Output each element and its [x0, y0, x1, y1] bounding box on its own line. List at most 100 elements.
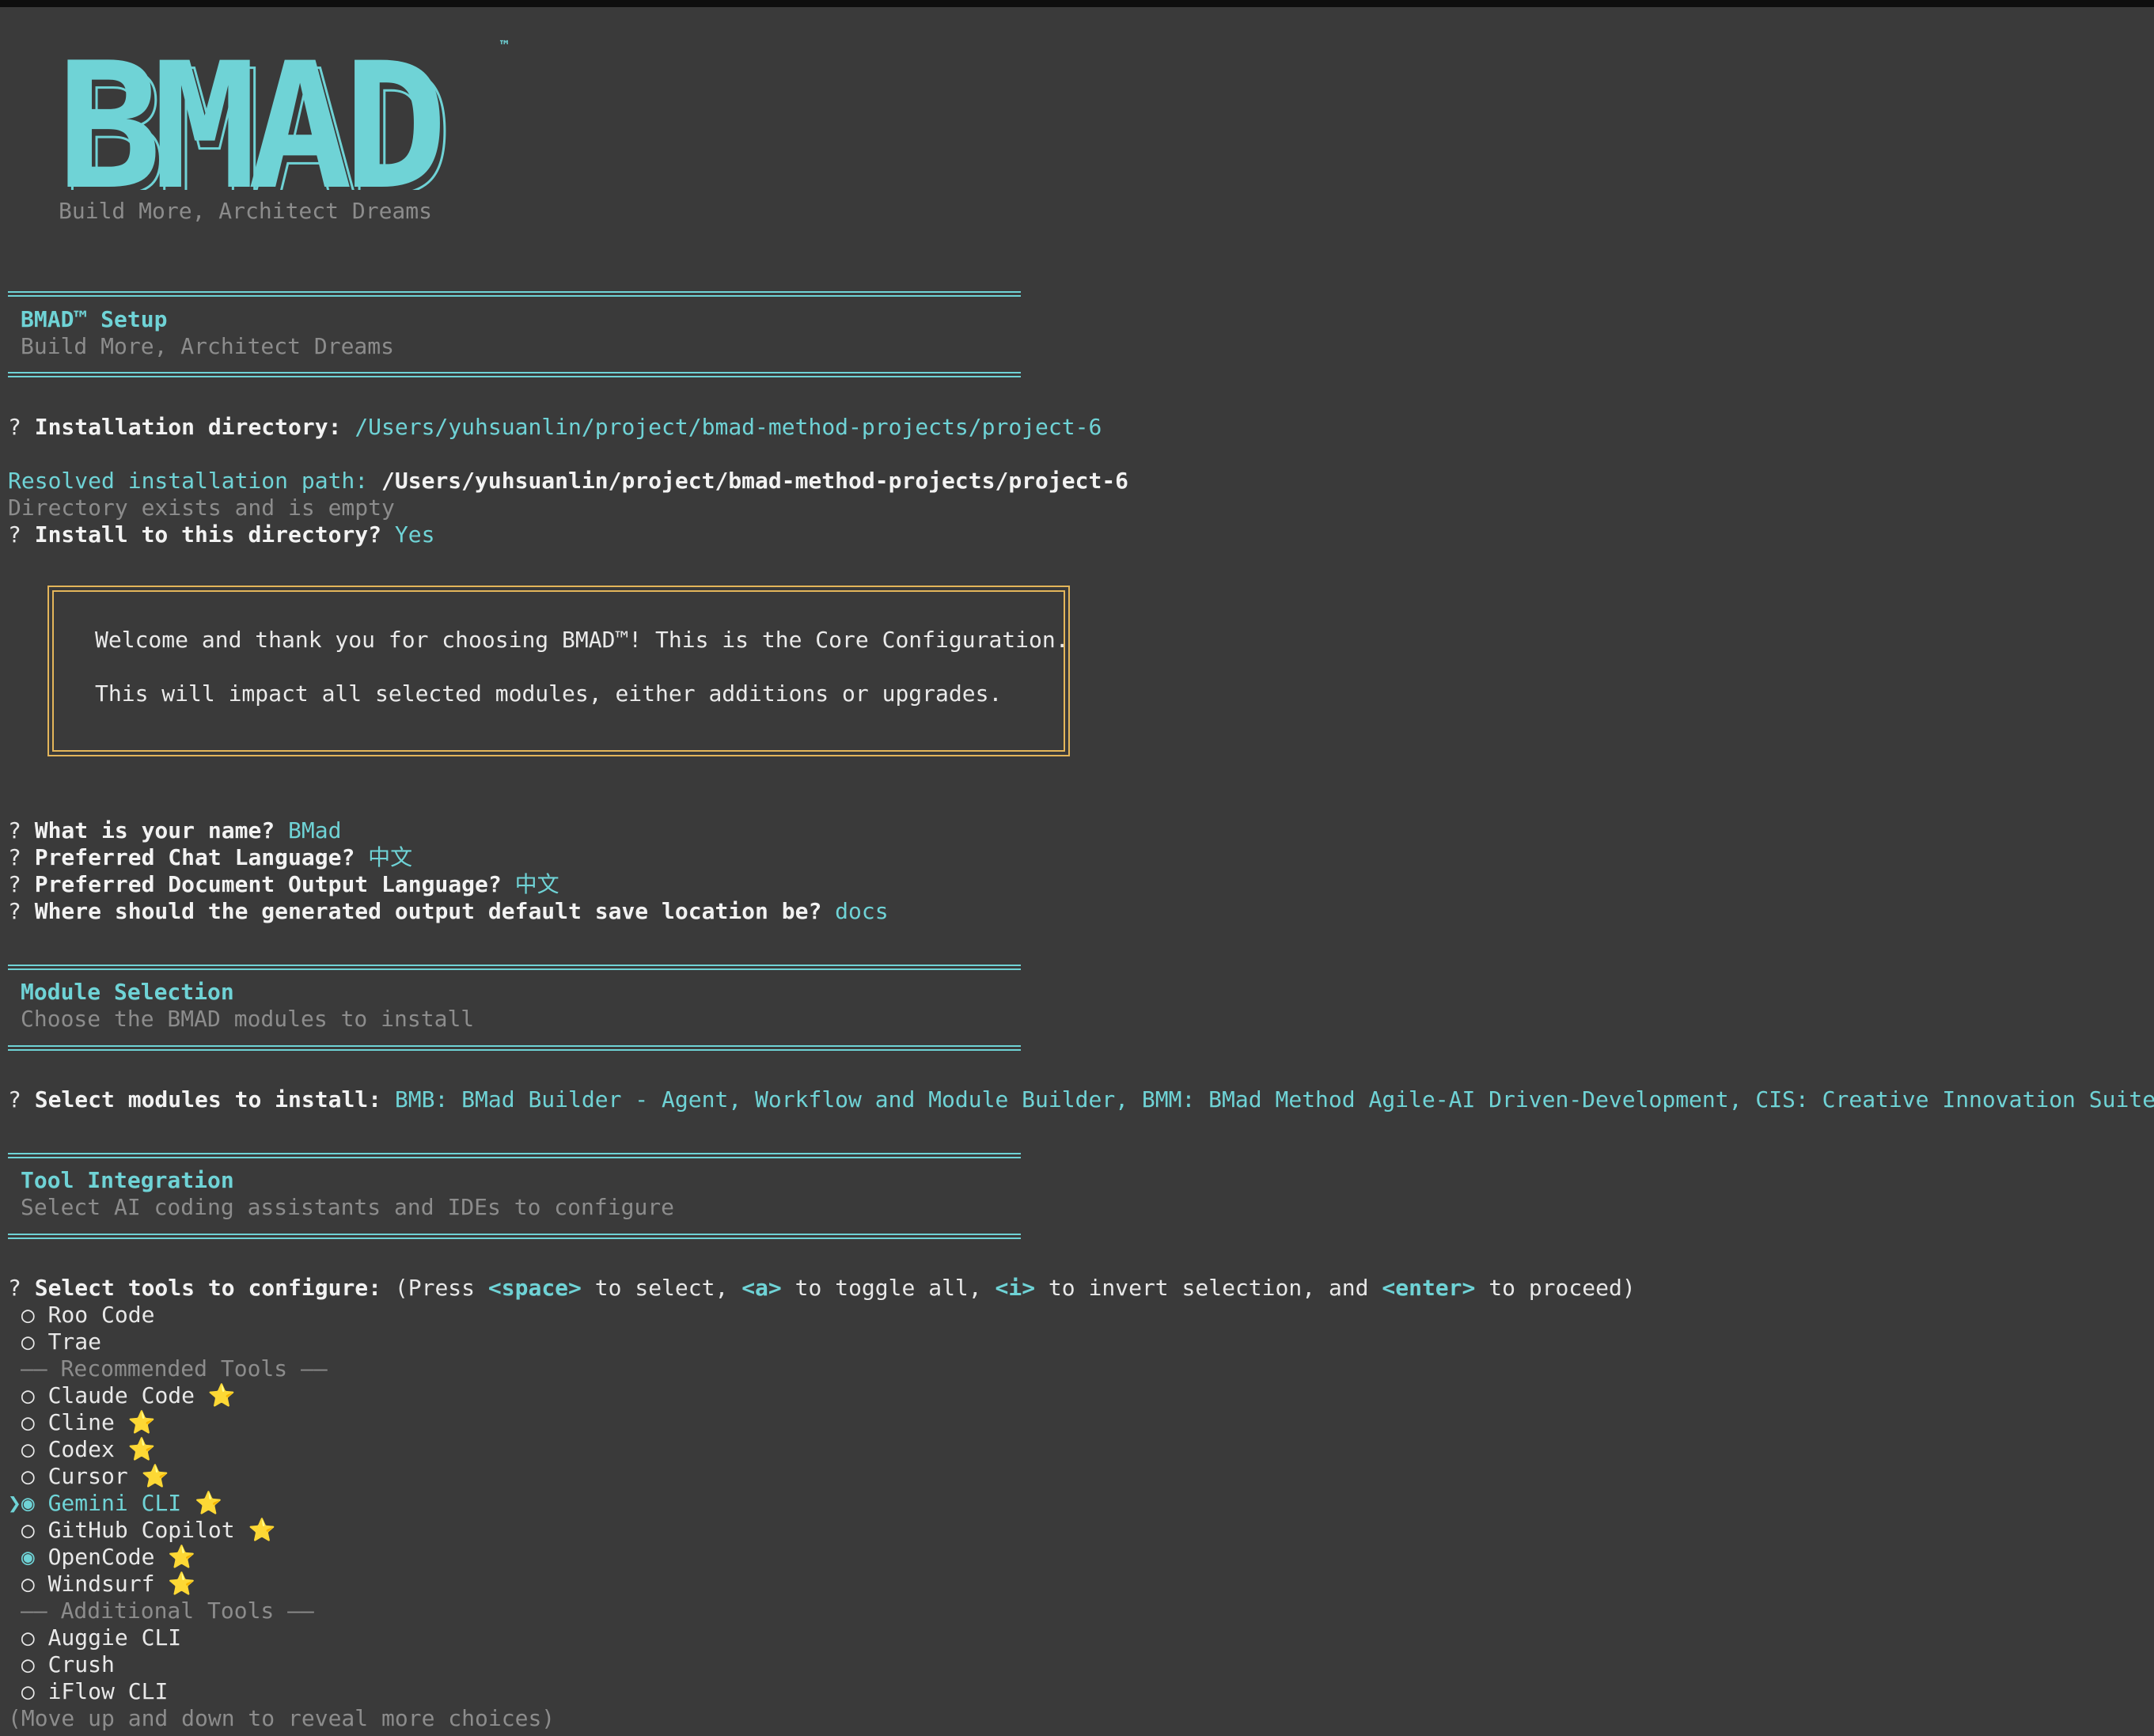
name-label: What is your name? [34, 817, 275, 843]
cursor-pointer-icon [8, 1436, 21, 1462]
doc-language-label: Preferred Document Output Language? [34, 871, 502, 897]
question-mark: ? [8, 1086, 21, 1112]
checkbox-unchecked-icon[interactable]: ○ [21, 1463, 35, 1489]
question-mark: ? [8, 414, 21, 440]
question-mark: ? [8, 898, 21, 924]
tool-option[interactable]: ○ Windsurf ⭐ [8, 1571, 195, 1598]
name-value: BMad [288, 817, 342, 843]
divider [8, 291, 1021, 297]
cursor-pointer-icon [8, 1651, 21, 1677]
checkbox-unchecked-icon[interactable]: ○ [21, 1329, 35, 1355]
star-icon: ⭐ [127, 1409, 156, 1435]
tool-option-label: Gemini CLI [47, 1490, 182, 1516]
divider [8, 372, 1021, 377]
tool-option[interactable]: ○ Auggie CLI [8, 1624, 181, 1651]
window-top-edge [0, 0, 2154, 7]
tool-option-label: Crush [47, 1651, 115, 1677]
logo-text: BMAD [57, 32, 440, 190]
scroll-hint: (Move up and down to reveal more choices… [8, 1705, 556, 1731]
doc-language-value: 中文 [514, 871, 559, 897]
resolved-path-label: Resolved installation path: [8, 468, 369, 494]
logo-trademark: ™ [499, 38, 509, 55]
install-directory-label: Installation directory: [34, 414, 342, 440]
checkbox-unchecked-icon[interactable]: ○ [21, 1409, 35, 1435]
chat-language-label: Preferred Chat Language? [34, 844, 355, 870]
directory-status: Directory exists and is empty [8, 495, 395, 521]
install-directory-value: /Users/yuhsuanlin/project/bmad-method-pr… [355, 414, 1102, 440]
tools-prompt: ? Select tools to configure: (Press <spa… [8, 1275, 1636, 1302]
key-enter: <enter> [1382, 1275, 1476, 1301]
checkbox-unchecked-icon[interactable]: ○ [21, 1624, 35, 1651]
tool-option-label: Roo Code [47, 1302, 155, 1328]
tool-option-label: iFlow CLI [47, 1678, 169, 1704]
cursor-pointer-icon [8, 1624, 21, 1651]
checkbox-unchecked-icon[interactable]: ○ [21, 1382, 35, 1408]
question-mark: ? [8, 521, 21, 548]
tool-option[interactable]: ○ Trae [8, 1329, 101, 1355]
tool-option-label: OpenCode [47, 1544, 155, 1570]
divider [8, 1045, 1021, 1051]
tool-option-label: Trae [47, 1329, 102, 1355]
divider [8, 1153, 1021, 1158]
star-icon: ⭐ [168, 1571, 196, 1597]
chat-language-value: 中文 [368, 844, 413, 870]
modules-prompt: ? Select modules to install: BMB: BMad B… [8, 1086, 2154, 1113]
checkbox-unchecked-icon[interactable]: ○ [21, 1302, 35, 1328]
checkbox-unchecked-icon[interactable]: ○ [21, 1571, 35, 1597]
checkbox-unchecked-icon[interactable]: ○ [21, 1436, 35, 1462]
tool-option[interactable]: ○ Claude Code ⭐ [8, 1382, 236, 1409]
welcome-box: Welcome and thank you for choosing BMAD™… [47, 586, 1070, 756]
welcome-line-1: Welcome and thank you for choosing BMAD™… [95, 627, 1069, 653]
checkbox-unchecked-icon[interactable]: ○ [21, 1678, 35, 1704]
key-a: <a> [741, 1275, 782, 1301]
tool-option[interactable]: ◉ OpenCode ⭐ [8, 1544, 195, 1571]
cursor-pointer-icon [8, 1544, 21, 1570]
chat-language-prompt: ? Preferred Chat Language? 中文 [8, 844, 412, 871]
cursor-pointer-icon [8, 1678, 21, 1704]
key-space: <space> [487, 1275, 582, 1301]
cursor-pointer-icon [8, 1571, 21, 1597]
tool-option[interactable]: ○ Cursor ⭐ [8, 1463, 169, 1490]
bmad-logo: BMAD BMAD ™ [57, 32, 509, 190]
tool-option[interactable]: ○ Roo Code [8, 1302, 155, 1329]
tool-option[interactable]: ○ iFlow CLI [8, 1678, 168, 1705]
output-location-value: docs [835, 898, 889, 924]
cursor-pointer-icon [8, 1382, 21, 1408]
output-location-prompt: ? Where should the generated output defa… [8, 898, 889, 925]
name-prompt: ? What is your name? BMad [8, 817, 341, 844]
checkbox-checked-icon[interactable]: ◉ [21, 1490, 35, 1516]
checkbox-unchecked-icon[interactable]: ○ [21, 1517, 35, 1543]
setup-subtitle: Build More, Architect Dreams [21, 333, 395, 359]
modules-label: Select modules to install: [34, 1086, 382, 1112]
cursor-pointer-icon [8, 1463, 21, 1489]
cursor-pointer-icon [8, 1302, 21, 1328]
tool-integration-title: Tool Integration [21, 1167, 234, 1193]
module-selection-subtitle: Choose the BMAD modules to install [21, 1006, 475, 1032]
install-confirm-value: Yes [394, 521, 435, 548]
module-selection-title: Module Selection [21, 979, 234, 1005]
star-icon: ⭐ [248, 1517, 276, 1543]
install-directory-prompt: ? Installation directory: /Users/yuhsuan… [8, 414, 1102, 441]
tool-option-label: Codex [47, 1436, 115, 1462]
tool-option[interactable]: ○ Cline ⭐ [8, 1409, 156, 1436]
star-icon: ⭐ [207, 1382, 236, 1408]
setup-title: BMAD™ Setup [21, 306, 168, 332]
tool-option[interactable]: ○ GitHub Copilot ⭐ [8, 1517, 275, 1544]
divider [8, 1234, 1021, 1239]
recommended-tools-header: —— Recommended Tools —— [21, 1355, 328, 1382]
tool-option-label: Windsurf [47, 1571, 155, 1597]
resolved-path-line: Resolved installation path: /Users/yuhsu… [8, 468, 1128, 495]
question-mark: ? [8, 1275, 21, 1301]
tool-option[interactable]: ○ Crush [8, 1651, 115, 1678]
tool-option-label: Cline [47, 1409, 115, 1435]
checkbox-checked-icon[interactable]: ◉ [21, 1544, 35, 1570]
tools-hint: (Press <space> to select, <a> to toggle … [394, 1275, 1636, 1301]
resolved-path-value: /Users/yuhsuanlin/project/bmad-method-pr… [381, 468, 1129, 494]
star-icon: ⭐ [195, 1490, 222, 1516]
checkbox-unchecked-icon[interactable]: ○ [21, 1651, 35, 1677]
tool-option-label: GitHub Copilot [47, 1517, 235, 1543]
tool-option[interactable]: ○ Codex ⭐ [8, 1436, 156, 1463]
tool-option-label: Claude Code [47, 1382, 195, 1408]
output-location-label: Where should the generated output defaul… [34, 898, 822, 924]
tool-option[interactable]: ❯◉ Gemini CLI ⭐ [8, 1490, 222, 1517]
